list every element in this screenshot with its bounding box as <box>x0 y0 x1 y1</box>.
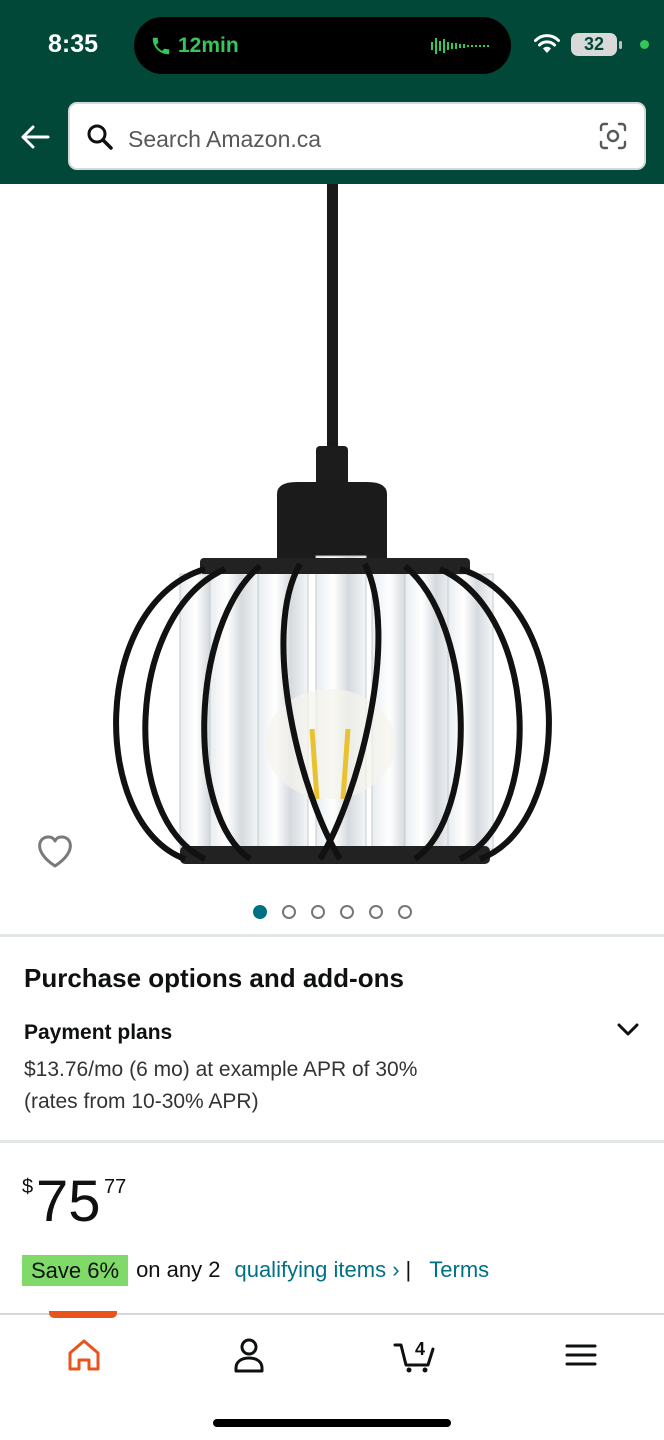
carousel-dot[interactable] <box>339 905 354 919</box>
terms-link[interactable]: Terms <box>429 1257 489 1283</box>
camera-lens-icon[interactable] <box>598 121 628 151</box>
carousel-dot[interactable] <box>397 905 412 919</box>
promotion-row: Save 6% on any 2 qualifying items › | Te… <box>22 1254 489 1286</box>
home-icon[interactable] <box>62 1335 106 1375</box>
promotion-text: on any 2 <box>136 1257 221 1282</box>
call-duration: 12min <box>178 34 239 57</box>
battery-indicator: 32 <box>571 33 617 56</box>
save-badge: Save 6% <box>22 1254 129 1286</box>
home-indicator[interactable] <box>213 1419 451 1427</box>
status-time: 8:35 <box>48 30 99 58</box>
payment-plan-text: $13.76/mo (6 mo) at example APR of 30% <box>24 1058 418 1081</box>
carousel-dots <box>0 905 664 921</box>
search-bar[interactable]: Search Amazon.ca <box>68 102 646 170</box>
carousel-dot[interactable] <box>252 905 267 919</box>
promotion-separator: | <box>405 1257 412 1282</box>
qualifying-items-link[interactable]: qualifying items › <box>234 1257 399 1283</box>
divider <box>0 934 664 937</box>
price-whole: 75 <box>36 1169 101 1234</box>
menu-icon[interactable] <box>559 1335 603 1375</box>
price-currency: $ <box>22 1176 34 1198</box>
phone-icon <box>152 37 170 55</box>
back-arrow-icon[interactable] <box>16 118 54 156</box>
pendant-lamp-image <box>113 184 552 864</box>
cart-count: 4 <box>415 1339 425 1359</box>
top-header: 8:35 12min 32 Search Amazon.ca <box>0 0 664 184</box>
active-tab-indicator <box>49 1311 117 1318</box>
chevron-down-icon[interactable] <box>614 1016 642 1044</box>
payment-plans-label[interactable]: Payment plans <box>24 1021 172 1045</box>
payment-plan-rates: (rates from 10-30% APR) <box>24 1090 259 1113</box>
price-fraction: 77 <box>104 1176 127 1198</box>
audio-wave-icon <box>431 38 489 54</box>
dynamic-island[interactable]: 12min <box>134 17 511 74</box>
wifi-icon <box>534 34 560 53</box>
heart-icon[interactable] <box>36 834 74 870</box>
cart-icon[interactable]: 4 <box>393 1335 441 1375</box>
battery-tip <box>619 41 622 49</box>
carousel-dot[interactable] <box>368 905 383 919</box>
search-input[interactable]: Search Amazon.ca <box>128 126 321 153</box>
account-icon[interactable] <box>227 1335 271 1375</box>
carousel-dot[interactable] <box>310 905 325 919</box>
mic-indicator-dot <box>640 40 649 49</box>
search-icon <box>87 124 113 150</box>
call-indicator: 12min <box>150 33 239 59</box>
product-image[interactable] <box>0 184 664 900</box>
divider <box>0 1140 664 1143</box>
carousel-dot[interactable] <box>281 905 296 919</box>
section-title: Purchase options and add-ons <box>24 963 404 993</box>
